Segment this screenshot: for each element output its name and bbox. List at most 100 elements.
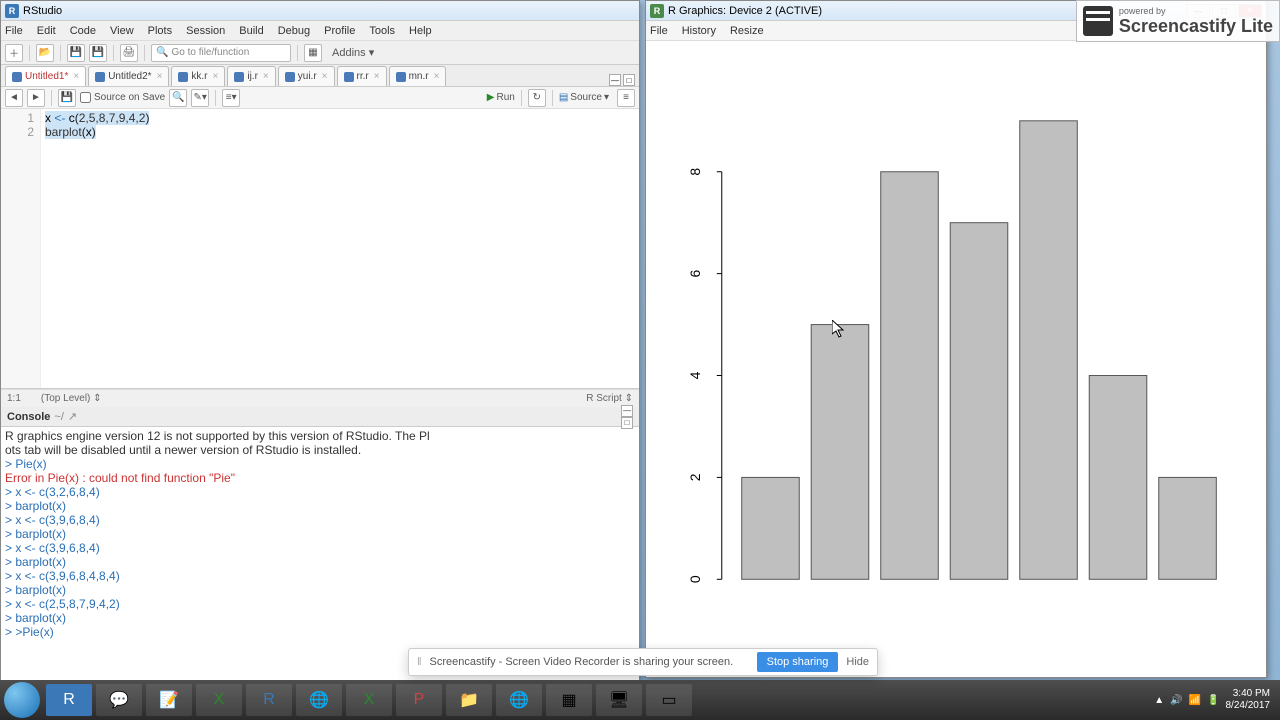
mouse-cursor bbox=[832, 320, 846, 338]
new-file-icon[interactable]: ＋ bbox=[5, 44, 23, 62]
menu-help[interactable]: Help bbox=[409, 25, 432, 37]
bar-4 bbox=[950, 223, 1008, 580]
tray-battery-icon: 🔋 bbox=[1207, 695, 1219, 706]
menu-session[interactable]: Session bbox=[186, 25, 225, 37]
menu-tools[interactable]: Tools bbox=[369, 25, 395, 37]
minimize-pane-icon[interactable]: — bbox=[609, 74, 621, 86]
close-tab-icon[interactable]: × bbox=[213, 71, 219, 82]
close-tab-icon[interactable]: × bbox=[322, 71, 328, 82]
find-icon[interactable]: 🔍 bbox=[169, 89, 187, 107]
goto-file-input[interactable]: 🔍 Go to file/function bbox=[151, 44, 291, 62]
task-ppt[interactable]: P bbox=[396, 684, 442, 716]
save-source-icon[interactable]: 💾 bbox=[58, 89, 76, 107]
tab-kkr[interactable]: kk.r× bbox=[171, 66, 225, 86]
r-file-icon bbox=[178, 72, 188, 82]
rstudio-titlebar[interactable]: R RStudio bbox=[1, 1, 639, 21]
watermark-small: powered by bbox=[1119, 6, 1273, 16]
back-icon[interactable]: ◄ bbox=[5, 89, 23, 107]
r-file-icon bbox=[344, 72, 354, 82]
tab-untitled1[interactable]: Untitled1*× bbox=[5, 66, 86, 86]
rstudio-menubar: File Edit Code View Plots Session Build Debug Pr… bbox=[1, 21, 639, 41]
bar-7 bbox=[1159, 477, 1217, 579]
source-button[interactable]: ▤Source ▾ bbox=[559, 92, 609, 103]
screen-share-bar: ‖ Screencastify - Screen Video Recorder … bbox=[408, 648, 878, 676]
r-file-icon bbox=[95, 72, 105, 82]
menu-history[interactable]: History bbox=[682, 25, 716, 37]
menu-resize[interactable]: Resize bbox=[730, 25, 764, 37]
task-excel[interactable]: X bbox=[196, 684, 242, 716]
bar-2 bbox=[811, 325, 869, 580]
r-graphics-window: R R Graphics: Device 2 (ACTIVE) — □ ✕ Fi… bbox=[645, 0, 1267, 678]
task-app1[interactable]: ▦ bbox=[546, 684, 592, 716]
task-explorer[interactable]: 📁 bbox=[446, 684, 492, 716]
tray-sound-icon: 🔊 bbox=[1170, 695, 1182, 706]
task-chrome2[interactable]: 🌐 bbox=[496, 684, 542, 716]
grid-icon[interactable]: ▦ bbox=[304, 44, 322, 62]
maximize-console-icon[interactable]: □ bbox=[621, 417, 633, 429]
print-icon[interactable]: 🖨 bbox=[120, 44, 138, 62]
task-skype[interactable]: 💬 bbox=[96, 684, 142, 716]
menu-profile[interactable]: Profile bbox=[324, 25, 355, 37]
menu-plots[interactable]: Plots bbox=[148, 25, 172, 37]
task-chrome[interactable]: 🌐 bbox=[296, 684, 342, 716]
code-body[interactable]: x <- c(2,5,8,7,9,4,2) barplot(x) bbox=[41, 109, 639, 388]
close-tab-icon[interactable]: × bbox=[434, 71, 440, 82]
menu-edit[interactable]: Edit bbox=[37, 25, 56, 37]
share-message: Screencastify - Screen Video Recorder is… bbox=[430, 656, 734, 668]
minimize-console-icon[interactable]: — bbox=[621, 405, 633, 417]
svg-text:6: 6 bbox=[687, 270, 703, 278]
pause-icon[interactable]: ‖ bbox=[417, 656, 422, 668]
rerun-icon[interactable]: ↻ bbox=[528, 89, 546, 107]
outline-toggle-icon[interactable]: ≡ bbox=[617, 89, 635, 107]
hide-button[interactable]: Hide bbox=[846, 656, 869, 668]
task-notes[interactable]: 📝 bbox=[146, 684, 192, 716]
close-tab-icon[interactable]: × bbox=[73, 71, 79, 82]
rgraph-app-icon: R bbox=[650, 4, 664, 18]
source-on-save-checkbox[interactable]: Source on Save bbox=[80, 92, 165, 103]
open-file-icon[interactable]: 📂 bbox=[36, 44, 54, 62]
run-button[interactable]: ▶Run bbox=[487, 92, 515, 103]
task-app3[interactable]: ▭ bbox=[646, 684, 692, 716]
wand-icon[interactable]: ✎▾ bbox=[191, 89, 209, 107]
tab-untitled2[interactable]: Untitled2*× bbox=[88, 66, 169, 86]
tab-yuir[interactable]: yui.r× bbox=[278, 66, 335, 86]
editor-statusbar: 1:1 (Top Level) ⇕ R Script ⇕ bbox=[1, 389, 639, 407]
r-file-icon bbox=[234, 72, 244, 82]
cursor-position: 1:1 bbox=[7, 393, 21, 404]
start-button[interactable] bbox=[4, 682, 40, 718]
language-mode[interactable]: R Script ⇕ bbox=[586, 393, 633, 404]
svg-text:0: 0 bbox=[687, 575, 703, 583]
tab-rrr[interactable]: rr.r× bbox=[337, 66, 387, 86]
addins-menu[interactable]: Addins ▾ bbox=[332, 46, 374, 59]
menu-debug[interactable]: Debug bbox=[278, 25, 310, 37]
menu-build[interactable]: Build bbox=[239, 25, 263, 37]
task-excel2[interactable]: X bbox=[346, 684, 392, 716]
task-app2[interactable]: 🖥 bbox=[596, 684, 642, 716]
save-icon[interactable]: 💾 bbox=[67, 44, 85, 62]
svg-text:8: 8 bbox=[687, 168, 703, 176]
task-r[interactable]: R bbox=[246, 684, 292, 716]
menu-file[interactable]: File bbox=[5, 25, 23, 37]
menu-code[interactable]: Code bbox=[70, 25, 96, 37]
close-tab-icon[interactable]: × bbox=[263, 71, 269, 82]
editor-tabstrip: Untitled1*×Untitled2*×kk.r×ij.r×yui.r×rr… bbox=[1, 65, 639, 87]
save-all-icon[interactable]: 💾 bbox=[89, 44, 107, 62]
task-rstudio[interactable]: R bbox=[46, 684, 92, 716]
forward-icon[interactable]: ► bbox=[27, 89, 45, 107]
tab-ijr[interactable]: ij.r× bbox=[227, 66, 275, 86]
menu-view[interactable]: View bbox=[110, 25, 134, 37]
menu-file[interactable]: File bbox=[650, 25, 668, 37]
close-tab-icon[interactable]: × bbox=[374, 71, 380, 82]
r-file-icon bbox=[12, 72, 22, 82]
tray-network-icon: 📶 bbox=[1189, 695, 1201, 706]
close-tab-icon[interactable]: × bbox=[157, 71, 163, 82]
popout-icon[interactable]: ↗ bbox=[68, 410, 77, 423]
outline-icon[interactable]: ≡▾ bbox=[222, 89, 240, 107]
stop-sharing-button[interactable]: Stop sharing bbox=[757, 652, 839, 672]
tab-mnr[interactable]: mn.r× bbox=[389, 66, 447, 86]
maximize-pane-icon[interactable]: □ bbox=[623, 74, 635, 86]
system-tray[interactable]: ▲ 🔊 📶 🔋 3:40 PM 8/24/2017 bbox=[1154, 688, 1276, 712]
scope-selector[interactable]: (Top Level) ⇕ bbox=[41, 393, 102, 404]
code-editor[interactable]: 12 x <- c(2,5,8,7,9,4,2) barplot(x) bbox=[1, 109, 639, 389]
tray-clock[interactable]: 3:40 PM 8/24/2017 bbox=[1226, 688, 1271, 712]
